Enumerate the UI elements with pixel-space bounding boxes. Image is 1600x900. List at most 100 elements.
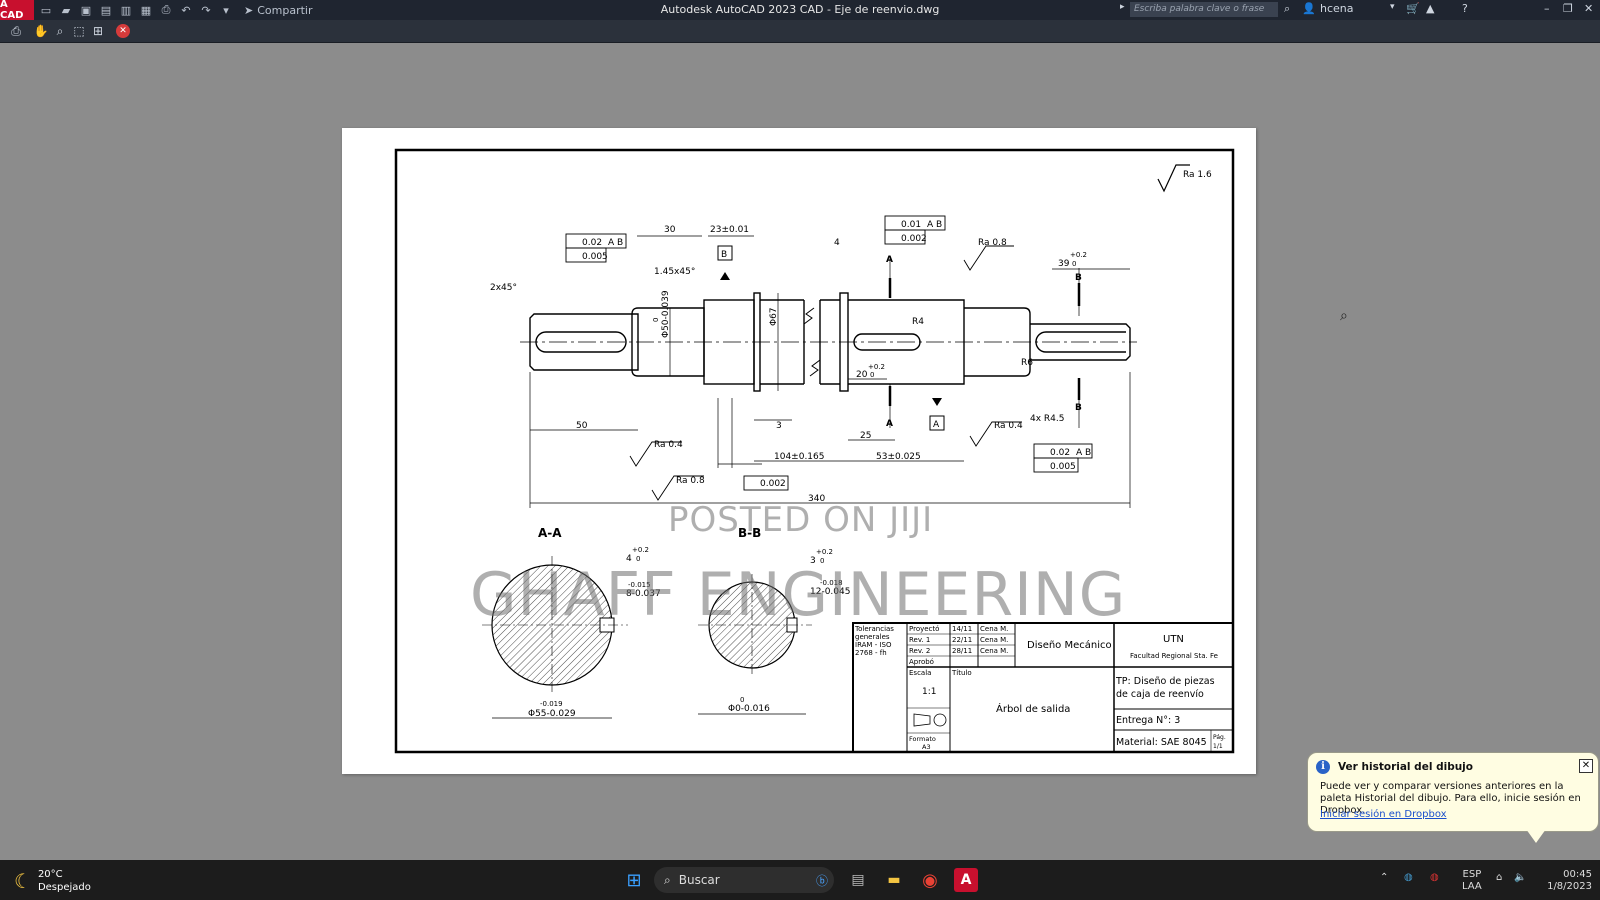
tray-app-icon-2[interactable]: ◍	[1430, 872, 1439, 883]
print-icon[interactable]: ⎙	[158, 2, 174, 18]
search-input[interactable]: Escriba palabra clave o frase	[1130, 2, 1278, 17]
bb-dim12: 12-0.045	[810, 587, 850, 597]
zoom-extents-icon[interactable]: ⊞	[90, 23, 106, 39]
row2-date: 22/11	[952, 636, 972, 644]
share-label: Compartir	[257, 3, 313, 17]
preview-toolbar: ⎙ ✋ ⌕ ⬚ ⊞ ✕	[0, 20, 1600, 43]
notification-balloon: i Ver historial del dibujo ✕ Puede ver y…	[1307, 752, 1599, 843]
scale-label: Escala	[909, 669, 931, 677]
dim-20: 20	[856, 370, 868, 380]
autocad-logo[interactable]: A CAD	[0, 0, 34, 21]
customize-dropdown-icon[interactable]: ▾	[218, 2, 234, 18]
weather-desc: Despejado	[37, 882, 91, 893]
quick-access-toolbar: ▭ ▰ ▣ ▤ ▥ ▦ ⎙ ↶ ↷ ▾ ➤ Compartir	[38, 2, 313, 18]
moon-icon: ☾	[14, 869, 32, 893]
fcf3-datum: A B	[1076, 448, 1091, 458]
dim-104: 104±0.165	[774, 452, 824, 462]
language-indicator[interactable]: ESP LAA	[1462, 869, 1482, 893]
section-b-top: B	[1075, 273, 1082, 283]
section-b-bottom: B	[1075, 403, 1082, 413]
open-folder-icon[interactable]: ▰	[58, 2, 74, 18]
export-icon[interactable]: ▥	[118, 2, 134, 18]
diam50-label: Φ50-0.039	[661, 290, 671, 338]
dimension-texts: 2x45° 30 23±0.01 4 +0.2 39 0 Ra 0.8 1.45…	[490, 220, 1091, 504]
network-icon[interactable]: ⌂	[1496, 872, 1502, 883]
zoom-window-icon[interactable]: ⬚	[71, 23, 87, 39]
windows-start-icon[interactable]: ⊞	[622, 868, 646, 892]
tp-line2: de caja de reenvío	[1116, 689, 1204, 700]
title-label: Título	[951, 669, 972, 677]
dim-25: 25	[860, 431, 871, 441]
fcf3-value2: 0.005	[1050, 462, 1076, 472]
tol-line3: IRAM - ISO	[855, 641, 892, 649]
technical-drawing: Ra 1.6 2x45° 30 23±0.01 4 +0.2 39 0 Ra 0…	[394, 148, 1235, 754]
title-bar: A CAD ▭ ▰ ▣ ▤ ▥ ▦ ⎙ ↶ ↷ ▾ ➤ Compartir Aut…	[0, 0, 1600, 21]
datum-a-label: A	[933, 420, 940, 430]
taskbar-search[interactable]: ⌕ Buscar ⓑ	[654, 867, 834, 893]
weather-widget[interactable]: ☾ 20°C Despejado	[14, 868, 91, 894]
close-icon[interactable]: ✕	[1584, 2, 1593, 15]
date: 1/8/2023	[1547, 881, 1592, 892]
user-name[interactable]: hcena	[1320, 2, 1354, 15]
cart-icon[interactable]: 🛒	[1406, 2, 1420, 15]
row3-label: Rev. 2	[909, 647, 930, 655]
diam67-label: Φ67	[769, 307, 779, 326]
taskbar: ☾ 20°C Despejado ⊞ ⌕ Buscar ⓑ ▤ ▬ ◉ A ⌃ …	[0, 860, 1600, 900]
save-icon[interactable]: ▣	[78, 2, 94, 18]
undo-icon[interactable]: ↶	[178, 2, 194, 18]
dim-50: 50	[576, 421, 588, 431]
autodesk-app-icon[interactable]: ▲	[1426, 2, 1434, 15]
zoom-icon[interactable]: ⌕	[52, 23, 68, 39]
restore-icon[interactable]: ❐	[1563, 2, 1573, 15]
section-bb-title: B-B	[738, 526, 761, 540]
fcf2-datum: A B	[927, 220, 942, 230]
search-icon[interactable]: ⌕	[1284, 2, 1290, 16]
page-value: 1/1	[1213, 743, 1223, 750]
chamfer-label: 2x45°	[490, 283, 517, 293]
new-file-icon[interactable]: ▭	[38, 2, 54, 18]
row3-date: 28/11	[952, 647, 972, 655]
pan-icon[interactable]: ✋	[33, 23, 49, 39]
volume-icon[interactable]: 🔈	[1514, 872, 1526, 883]
redo-icon[interactable]: ↷	[198, 2, 214, 18]
dim-3: 3	[776, 421, 782, 431]
notification-close-icon[interactable]: ✕	[1579, 759, 1593, 773]
drawing-title: Árbol de salida	[996, 702, 1070, 715]
row1-label: Proyectó	[909, 625, 939, 633]
dim-23: 23±0.01	[710, 225, 749, 235]
row3-name: Cena M.	[980, 647, 1008, 655]
bb-diam-upper: 0	[740, 696, 744, 704]
file-explorer-icon[interactable]: ▬	[882, 868, 906, 892]
row1-date: 14/11	[952, 625, 972, 633]
user-dropdown-icon[interactable]: ▾	[1390, 2, 1395, 12]
tray-chevron-icon[interactable]: ⌃	[1380, 872, 1388, 883]
help-icon[interactable]: ?	[1462, 2, 1468, 15]
autocad-taskbar-icon[interactable]: A	[954, 868, 978, 892]
dropbox-signin-link[interactable]: Iniciar sesión en Dropbox	[1320, 809, 1447, 820]
chrome-icon[interactable]: ◉	[918, 868, 942, 892]
save-as-icon[interactable]: ▤	[98, 2, 114, 18]
general-roughness-symbol: Ra 1.6	[1157, 164, 1212, 193]
row2-name: Cena M.	[980, 636, 1008, 644]
r6-label: R6	[1021, 358, 1033, 368]
share-button[interactable]: ➤ Compartir	[244, 4, 312, 17]
task-view-icon[interactable]: ▤	[846, 868, 870, 892]
user-icon[interactable]: 👤	[1302, 2, 1316, 15]
fcf1-datum: A B	[608, 238, 623, 248]
close-preview-icon[interactable]: ✕	[116, 24, 130, 38]
r4-label: R4	[912, 317, 924, 327]
tray-app-icon-1[interactable]: ◍	[1404, 872, 1413, 883]
expand-arrow-icon[interactable]: ▸	[1120, 2, 1125, 12]
taskbar-search-label: Buscar	[678, 873, 720, 887]
scale-value: 1:1	[922, 687, 936, 697]
publish-icon[interactable]: ▦	[138, 2, 154, 18]
dim-4: 4	[834, 238, 840, 248]
minimize-icon[interactable]: –	[1544, 2, 1550, 15]
clock[interactable]: 00:45 1/8/2023	[1542, 869, 1592, 893]
dim-20-lower: 0	[870, 371, 874, 379]
bb-dim3: 3	[810, 556, 816, 566]
section-a-top: A	[886, 255, 893, 265]
search-icon: ⌕	[664, 872, 671, 887]
plot-icon[interactable]: ⎙	[8, 23, 24, 39]
university: UTN	[1163, 634, 1184, 645]
